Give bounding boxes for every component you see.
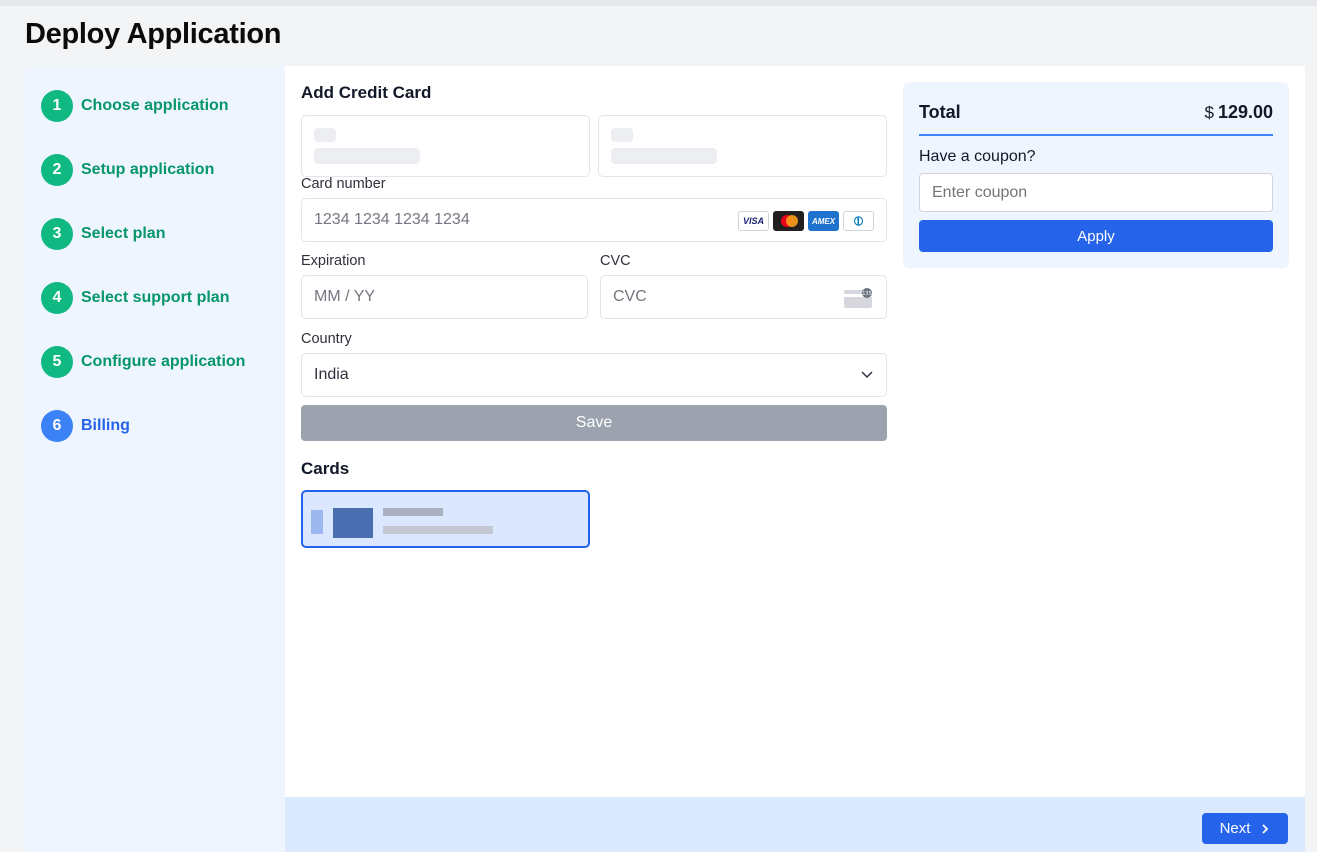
redacted-content	[383, 526, 493, 534]
step-select-support-plan[interactable]: 4 Select support plan	[41, 282, 229, 314]
chevron-down-icon	[861, 371, 873, 379]
step-label: Configure application	[81, 353, 246, 370]
skeleton-placeholder	[611, 148, 717, 164]
total-row: Total $129.00	[919, 102, 1273, 136]
total-value: 129.00	[1217, 102, 1273, 122]
skeleton-placeholder	[314, 128, 336, 142]
step-setup-application[interactable]: 2 Setup application	[41, 154, 214, 186]
expiration-label: Expiration	[301, 253, 366, 269]
chevron-right-icon	[1262, 823, 1269, 834]
step-number: 4	[41, 282, 73, 314]
top-bar	[0, 0, 1317, 6]
cvc-card-icon: 135	[844, 288, 872, 308]
card-number-input[interactable]: 1234 1234 1234 1234 VISA AMEX ⦶	[301, 198, 887, 242]
save-card-button[interactable]: Save	[301, 405, 887, 441]
step-choose-application[interactable]: 1 Choose application	[41, 90, 229, 122]
step-select-plan[interactable]: 3 Select plan	[41, 218, 165, 250]
total-amount: $129.00	[1204, 102, 1273, 134]
expiration-placeholder: MM / YY	[314, 288, 376, 305]
amex-icon: AMEX	[808, 211, 839, 231]
step-number: 5	[41, 346, 73, 378]
redacted-content	[383, 508, 443, 516]
diners-club-icon: ⦶	[843, 211, 874, 231]
card-number-placeholder: 1234 1234 1234 1234	[314, 211, 470, 228]
currency-symbol: $	[1204, 103, 1214, 122]
step-label: Choose application	[81, 97, 229, 114]
page-title: Deploy Application	[25, 18, 282, 50]
country-label: Country	[301, 331, 352, 347]
svg-text:135: 135	[862, 291, 872, 297]
order-summary: Total $129.00 Have a coupon? Apply	[903, 82, 1289, 268]
skeleton-placeholder	[611, 128, 633, 142]
card-brand-icons: VISA AMEX ⦶	[738, 211, 874, 231]
wallet-payment-button-loading[interactable]	[598, 115, 887, 177]
visa-icon: VISA	[738, 211, 769, 231]
next-label: Next	[1219, 820, 1251, 837]
redacted-content	[311, 510, 323, 534]
wallet-payment-button-loading[interactable]	[301, 115, 590, 177]
mastercard-icon	[773, 211, 804, 231]
steps-sidebar: 1 Choose application 2 Setup application…	[25, 66, 285, 852]
cvc-label: CVC	[600, 253, 631, 269]
step-label: Billing	[81, 417, 130, 434]
skeleton-placeholder	[314, 148, 420, 164]
step-number: 6	[41, 410, 73, 442]
next-button[interactable]: Next	[1202, 813, 1288, 844]
step-number: 1	[41, 90, 73, 122]
saved-card-item[interactable]	[301, 490, 590, 548]
expiration-input[interactable]: MM / YY	[301, 275, 588, 319]
coupon-label: Have a coupon?	[919, 148, 1036, 165]
step-configure-application[interactable]: 5 Configure application	[41, 346, 245, 378]
total-label: Total	[919, 102, 961, 122]
coupon-input[interactable]	[919, 173, 1273, 212]
step-billing[interactable]: 6 Billing	[41, 410, 130, 442]
step-label: Select support plan	[81, 289, 230, 306]
card-brand-icon	[333, 508, 373, 538]
card-number-label: Card number	[301, 176, 386, 192]
step-number: 2	[41, 154, 73, 186]
wizard-card: 1 Choose application 2 Setup application…	[25, 66, 1305, 852]
cvc-input[interactable]: CVC 135	[600, 275, 887, 319]
cvc-placeholder: CVC	[613, 288, 647, 305]
step-label: Setup application	[81, 161, 215, 178]
wizard-footer: Next	[285, 797, 1305, 852]
step-number: 3	[41, 218, 73, 250]
step-label: Select plan	[81, 225, 166, 242]
cards-heading: Cards	[301, 459, 350, 478]
add-credit-card-heading: Add Credit Card	[301, 83, 432, 102]
apply-coupon-button[interactable]: Apply	[919, 220, 1273, 252]
country-value: India	[314, 366, 349, 383]
country-select[interactable]: India	[301, 353, 887, 397]
